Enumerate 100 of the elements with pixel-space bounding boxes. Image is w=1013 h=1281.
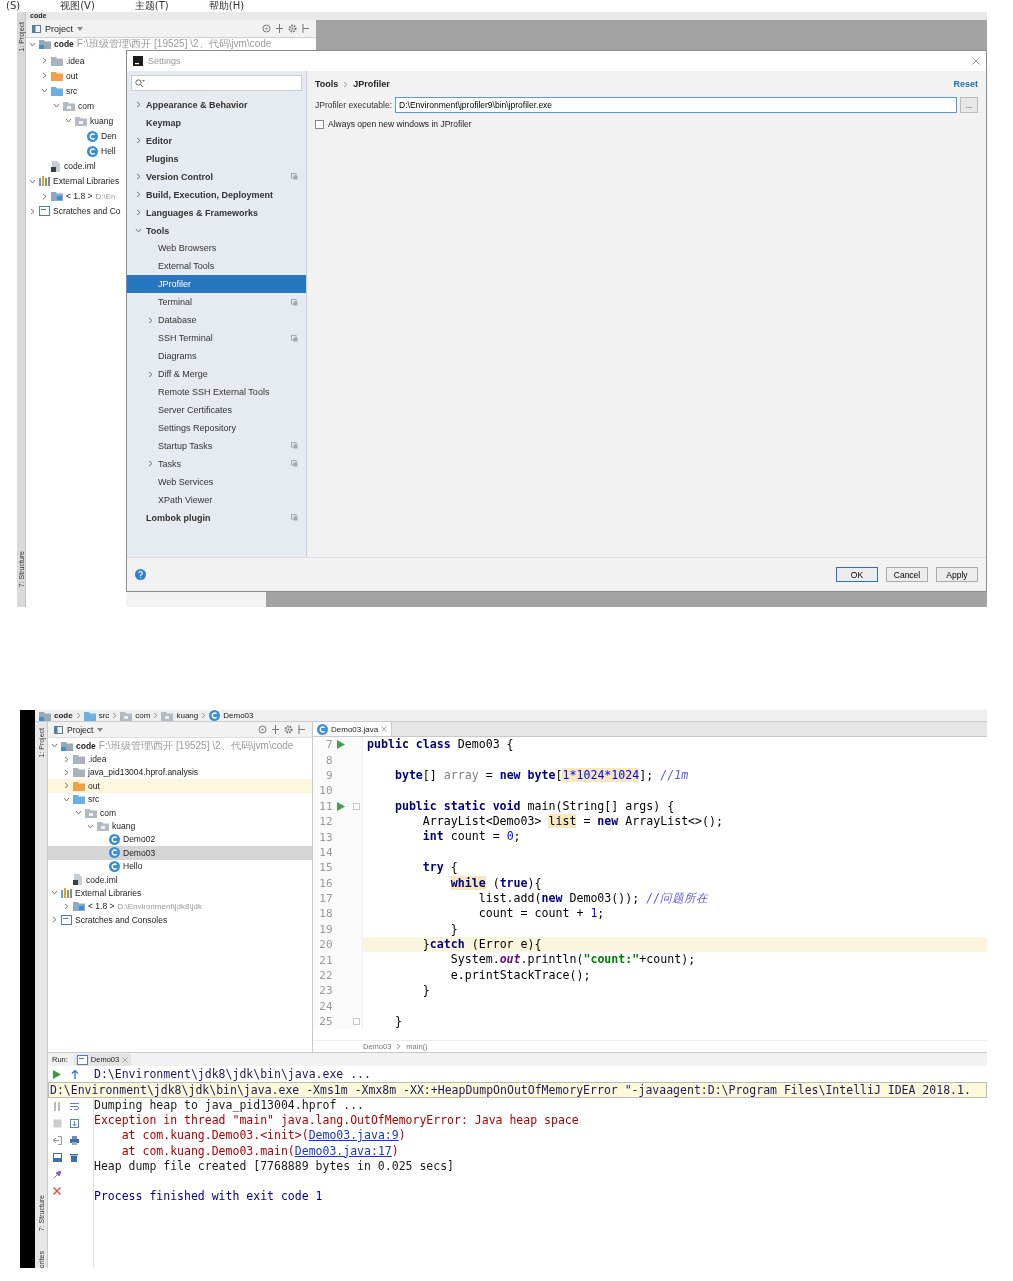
- run-icon[interactable]: [337, 801, 346, 811]
- chevron-down-icon[interactable]: [29, 40, 36, 48]
- gear-icon[interactable]: [284, 725, 294, 734]
- play-icon[interactable]: [53, 1069, 61, 1079]
- settings-nav-item[interactable]: Settings Repository: [127, 418, 306, 437]
- run-icon[interactable]: [337, 740, 346, 750]
- chevron-right-icon[interactable]: [135, 173, 142, 181]
- chevron-right-icon[interactable]: [63, 782, 70, 790]
- chevron-down-icon[interactable]: [65, 117, 72, 125]
- breadcrumb-item[interactable]: com: [135, 711, 151, 720]
- chevron-right-icon[interactable]: [41, 72, 48, 80]
- settings-nav-item[interactable]: Version Control: [127, 167, 306, 186]
- tree-item[interactable]: com: [26, 98, 126, 114]
- tree-item[interactable]: out: [26, 68, 126, 84]
- pause-icon[interactable]: [53, 1102, 61, 1111]
- help-icon[interactable]: [135, 569, 146, 580]
- up-arrow-icon[interactable]: [71, 1069, 79, 1079]
- chevron-down-icon[interactable]: [75, 809, 82, 817]
- dialog-button[interactable]: Cancel: [886, 567, 928, 582]
- chevron-right-icon[interactable]: [135, 137, 142, 145]
- layout-icon[interactable]: [53, 1153, 62, 1162]
- breadcrumb-item[interactable]: Tools: [315, 79, 339, 89]
- settings-nav-item[interactable]: SSH Terminal: [127, 329, 306, 348]
- crosshair-icon[interactable]: [258, 725, 267, 734]
- chevron-right-icon[interactable]: [147, 460, 154, 468]
- chevron-right-icon[interactable]: [51, 916, 58, 924]
- settings-nav-item[interactable]: Startup Tasks: [127, 436, 306, 455]
- checkbox[interactable]: [315, 119, 324, 129]
- source-link[interactable]: Demo03.java:17: [294, 1143, 392, 1158]
- chevron-right-icon[interactable]: [147, 370, 154, 378]
- chevron-down-icon[interactable]: [51, 889, 58, 897]
- breadcrumb-item[interactable]: kuang: [176, 711, 199, 720]
- print-icon[interactable]: [70, 1136, 79, 1145]
- close-icon[interactable]: [381, 726, 388, 732]
- hide-icon[interactable]: [298, 725, 306, 734]
- scroll-icon[interactable]: [70, 1119, 79, 1128]
- caret-icon[interactable]: [97, 727, 104, 732]
- chevron-right-icon[interactable]: [147, 316, 154, 324]
- pin-icon[interactable]: [53, 1170, 62, 1179]
- hide-icon[interactable]: [302, 24, 310, 33]
- menu-item[interactable]: 视图(V): [60, 0, 95, 12]
- collapse-icon[interactable]: [275, 24, 284, 33]
- tree-item[interactable]: Scratches and Consoles: [48, 913, 312, 927]
- settings-nav-item[interactable]: Plugins: [127, 149, 306, 168]
- settings-nav-item[interactable]: Keymap: [127, 113, 306, 132]
- source-link[interactable]: Demo03.java:9: [308, 1128, 399, 1143]
- chevron-right-icon[interactable]: [29, 208, 36, 215]
- tree-item[interactable]: Hello: [48, 859, 312, 873]
- tree-item[interactable]: src: [48, 792, 312, 806]
- chevron-right-icon[interactable]: [41, 192, 48, 200]
- gear-icon[interactable]: [288, 24, 298, 33]
- breadcrumb-item[interactable]: src: [98, 711, 110, 720]
- settings-nav-item[interactable]: Terminal: [127, 293, 306, 312]
- breadcrumb-item[interactable]: code: [54, 711, 73, 720]
- chevron-right-icon[interactable]: [135, 191, 142, 199]
- crosshair-icon[interactable]: [262, 24, 271, 33]
- tree-item[interactable]: External Libraries: [48, 886, 312, 900]
- settings-nav-item[interactable]: XPath Viewer: [127, 490, 306, 509]
- settings-nav-item[interactable]: Lombok plugin: [127, 508, 306, 527]
- tree-item[interactable]: Scratches and Co: [26, 203, 126, 220]
- tree-item[interactable]: java_pid13004.hprof.analysis: [48, 765, 312, 780]
- chevron-down-icon[interactable]: [29, 177, 36, 185]
- close-icon[interactable]: [972, 57, 980, 65]
- menu-item[interactable]: 主题(T): [134, 0, 169, 12]
- settings-nav-item[interactable]: Server Certificates: [127, 400, 306, 419]
- settings-nav-item[interactable]: Web Services: [127, 472, 306, 491]
- tree-item[interactable]: src: [26, 83, 126, 99]
- settings-nav-item[interactable]: Editor: [127, 131, 306, 150]
- caret-icon[interactable]: [77, 26, 83, 31]
- search-field[interactable]: [131, 75, 302, 91]
- tree-item[interactable]: out: [48, 779, 312, 793]
- settings-nav-item[interactable]: Web Browsers: [127, 239, 306, 258]
- menu-item[interactable]: 帮助(H): [208, 0, 245, 12]
- tree-item[interactable]: kuang: [48, 819, 312, 833]
- chevron-down-icon[interactable]: [63, 795, 70, 803]
- chevron-down-icon[interactable]: [87, 822, 94, 830]
- panel-title[interactable]: Project: [45, 23, 73, 34]
- tree-item[interactable]: Hell: [26, 143, 126, 159]
- tree-item[interactable]: code.iml: [48, 872, 312, 887]
- settings-nav-item[interactable]: Remote SSH External Tools: [127, 383, 306, 401]
- dialog-button[interactable]: OK: [836, 567, 878, 582]
- exit-icon[interactable]: [53, 1136, 62, 1145]
- settings-nav-item[interactable]: External Tools: [127, 257, 306, 276]
- chevron-right-icon[interactable]: [63, 768, 70, 776]
- chevron-down-icon[interactable]: [51, 742, 58, 750]
- chevron-down-icon[interactable]: [53, 102, 60, 110]
- chevron-right-icon[interactable]: [135, 209, 142, 217]
- tree-item[interactable]: < 1.8 > D:\En: [26, 188, 126, 204]
- tree-item[interactable]: code F:\班级管理\西开 [19525] \2、代码\jvm\code: [48, 739, 312, 753]
- path-field[interactable]: D:\Environment\jprofiler9\bin\jprofiler.exe: [395, 97, 957, 113]
- settings-nav-item[interactable]: Diagrams: [127, 347, 306, 366]
- tree-item[interactable]: Demo03: [48, 846, 312, 860]
- tree-item[interactable]: com: [48, 805, 312, 820]
- trash-icon[interactable]: [70, 1153, 78, 1162]
- chevron-right-icon[interactable]: [135, 101, 142, 109]
- settings-nav-item[interactable]: JProfiler: [127, 275, 306, 294]
- panel-title[interactable]: Project: [67, 724, 94, 735]
- settings-nav-item[interactable]: Build, Execution, Deployment: [127, 185, 306, 204]
- wrap-icon[interactable]: [70, 1102, 79, 1111]
- menu-item[interactable]: (S): [6, 0, 21, 12]
